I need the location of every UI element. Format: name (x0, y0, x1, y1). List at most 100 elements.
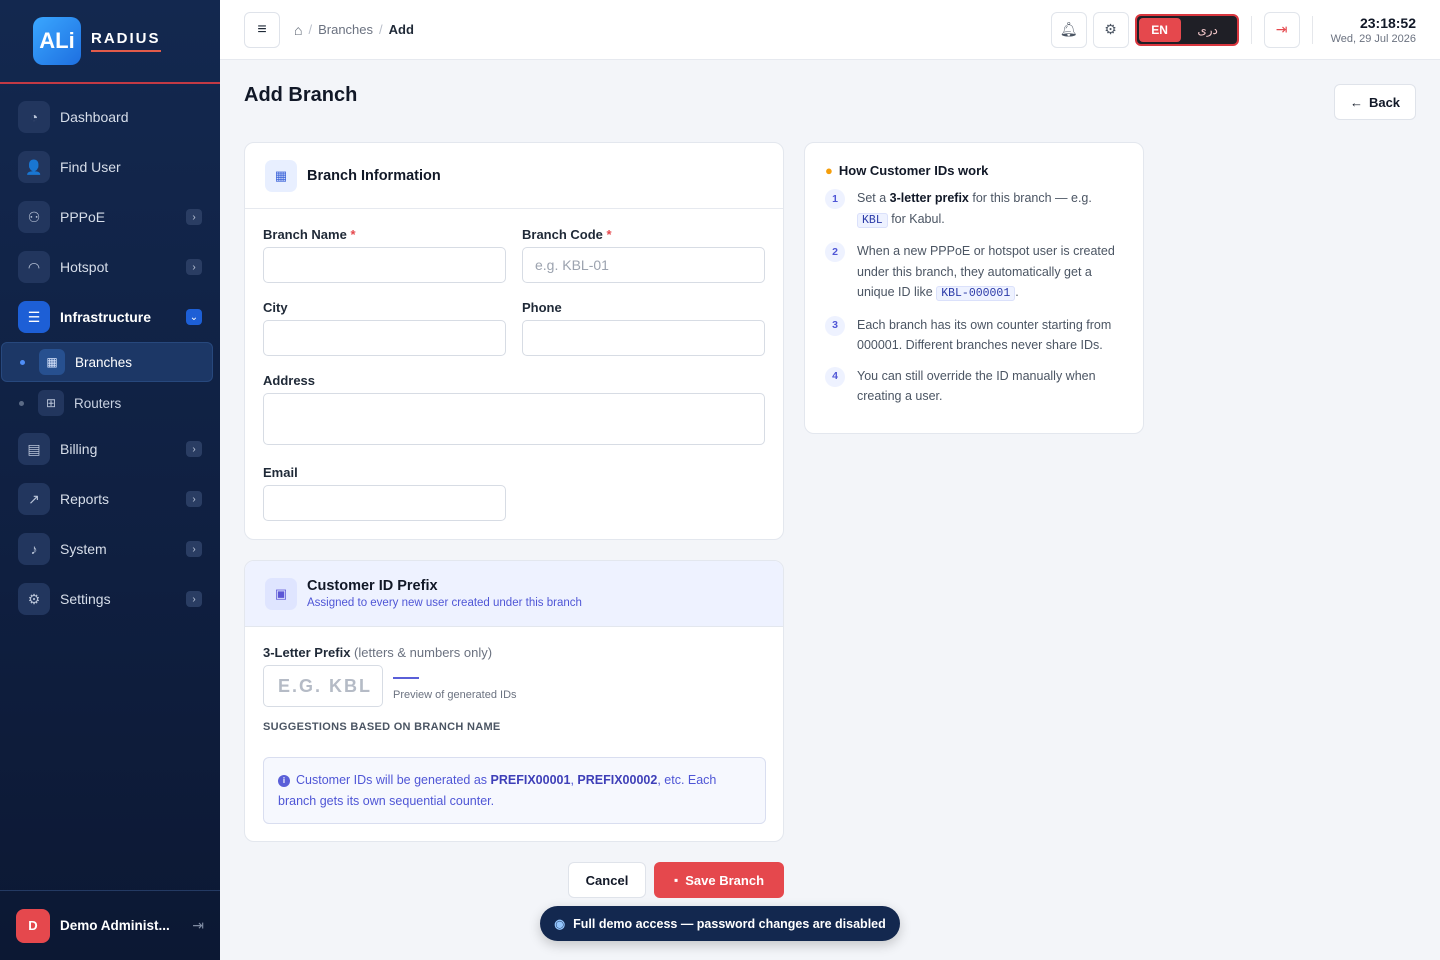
building-icon: ▦ (39, 349, 65, 375)
user-name: Demo Administ... (60, 918, 170, 933)
notifications-button[interactable]: 🔔︎ (1050, 11, 1087, 48)
chevron-right-icon: › (186, 541, 202, 557)
prefix-label-hint: (letters & numbers only) (354, 645, 493, 660)
required-mark: * (350, 227, 356, 242)
sidebar-item-label: Find User (60, 159, 121, 175)
label-text: Branch Name (263, 227, 347, 242)
step-text-part: for Kabul. (887, 211, 945, 226)
clock-time: 23:18:52 (1359, 14, 1416, 31)
help-title: ● How Customer IDs work (825, 163, 1123, 178)
sidebar-item-find-user[interactable]: 👤 Find User (0, 142, 220, 192)
email-input[interactable] (263, 485, 506, 521)
topbar: ≡ ⌂ / Branches / Add 🔔︎ ⚙ EN دری ⇥ 23:18… (220, 0, 1440, 60)
cancel-button[interactable]: Cancel (568, 862, 646, 898)
chevron-right-icon: › (186, 591, 202, 607)
step-code: KBL (857, 212, 888, 228)
brand[interactable]: ALi RADIUS (0, 0, 220, 84)
prefix-label-text: 3-Letter Prefix (263, 645, 351, 660)
phone-input[interactable] (522, 320, 765, 356)
branch-info-card: ▦ Branch Information Branch Name * Branc… (244, 142, 784, 540)
back-button[interactable]: ← Back (1334, 84, 1416, 120)
brand-logo: ALi (33, 17, 81, 65)
bullet-dot (19, 400, 24, 406)
topbar-actions: 🔔︎ ⚙ EN دری ⇥ 23:18:52 Wed, 29 Jul 2026 (1045, 11, 1416, 48)
gear-icon: ⚙ (1104, 21, 1117, 37)
required-mark: * (606, 227, 612, 242)
sidebar-item-label: Settings (60, 591, 111, 607)
back-label: Back (1368, 94, 1401, 110)
sidebar-subitem-routers[interactable]: ⊞ Routers (1, 383, 213, 423)
step-number: 2 (825, 242, 845, 262)
network-icon: ⊞ (38, 390, 64, 416)
sidebar-subitem-label: Routers (74, 395, 122, 411)
card-subtitle: Assigned to every new user created under… (307, 597, 582, 609)
chevron-right-icon: › (186, 259, 202, 275)
sidebar-nav: ◔ Dashboard 👤 Find User ⚇ PPPoE › ◠ Hots… (0, 84, 220, 624)
eye-icon: ◉ (554, 917, 566, 931)
chart-line-icon: ↗ (18, 483, 50, 515)
save-label: Save Branch (685, 872, 765, 888)
sidebar-subitem-branches[interactable]: ▦ Branches (1, 342, 213, 382)
help-title-text: How Customer IDs work (838, 163, 989, 178)
help-step: 3 Each branch has its own counter starti… (825, 315, 1123, 356)
branch-code-label: Branch Code * (522, 227, 612, 242)
branch-name-input[interactable] (263, 247, 506, 283)
sidebar-item-label: Dashboard (60, 109, 129, 125)
prefix-label: 3-Letter Prefix (letters & numbers only) (263, 645, 492, 660)
info-text-pre: Customer IDs will be generated as (296, 773, 491, 787)
card-title: Branch Information (307, 167, 441, 184)
clock: 23:18:52 Wed, 29 Jul 2026 (1331, 15, 1416, 45)
clock-date: Wed, 29 Jul 2026 (1330, 32, 1416, 45)
toast-text: Full demo access — password changes are … (573, 916, 886, 931)
help-step: 1 Set a 3-letter prefix for this branch … (825, 188, 1123, 231)
address-textarea[interactable] (263, 393, 765, 445)
sidebar-item-pppoe[interactable]: ⚇ PPPoE › (0, 192, 220, 242)
city-input[interactable] (263, 320, 506, 356)
sidebar-item-billing[interactable]: ▤ Billing › (0, 424, 220, 474)
logout-icon[interactable]: ⇥ (192, 917, 204, 934)
lang-dari-button[interactable]: دری (1181, 23, 1235, 37)
card-header: ▦ Branch Information (245, 143, 783, 209)
prefix-input[interactable]: E.G. KBL (263, 665, 383, 707)
info-code-2: PREFIX00002 (577, 773, 658, 787)
menu-toggle-button[interactable]: ≡ (244, 11, 280, 48)
sidebar-item-reports[interactable]: ↗ Reports › (0, 474, 220, 524)
lang-en-button[interactable]: EN (1138, 17, 1181, 42)
save-branch-button[interactable]: ▪ Save Branch (654, 862, 784, 898)
breadcrumb-current: Add (388, 22, 414, 37)
id-badge-icon: ▣ (265, 577, 297, 610)
sidebar-user[interactable]: D Demo Administ... ⇥ (0, 890, 220, 960)
demo-toast: ◉ Full demo access — password changes ar… (540, 906, 900, 941)
step-code: KBL-000001 (936, 286, 1016, 301)
step-text: Each branch has its own counter starting… (857, 317, 1112, 353)
logout-icon: ⇥ (1275, 21, 1288, 37)
hamburger-icon: ≡ (257, 20, 267, 38)
settings-button[interactable]: ⚙ (1092, 11, 1129, 48)
divider (1311, 15, 1313, 44)
bell-icon: 🔔︎ (1059, 21, 1078, 37)
home-icon[interactable]: ⌂ (294, 22, 302, 38)
branch-code-input[interactable]: e.g. KBL-01 (522, 247, 765, 283)
sidebar-item-hotspot[interactable]: ◠ Hotspot › (0, 242, 220, 292)
help-step: 4 You can still override the ID manually… (825, 366, 1123, 407)
chevron-right-icon: › (186, 209, 202, 225)
step-text-part: for this branch — e.g. (968, 191, 1092, 205)
card-title: Customer ID Prefix (307, 578, 438, 594)
sidebar-item-system[interactable]: ♪ System › (0, 524, 220, 574)
step-text: You can still override the ID manually w… (857, 368, 1096, 404)
step-text-part: . (1015, 285, 1019, 299)
info-code-1: PREFIX00001 (490, 773, 571, 787)
step-text-bold: 3-letter prefix (889, 191, 969, 205)
server-icon: ☰ (18, 301, 50, 333)
sidebar-subitem-label: Branches (75, 354, 133, 370)
sidebar-item-label: PPPoE (60, 209, 106, 225)
step-text: When a new PPPoE or hotspot user is crea… (857, 241, 1123, 305)
breadcrumb-parent[interactable]: Branches (318, 22, 373, 37)
sidebar-item-dashboard[interactable]: ◔ Dashboard (0, 92, 220, 142)
logout-button[interactable]: ⇥ (1263, 11, 1300, 48)
lightbulb-icon: ● (825, 163, 833, 178)
sidebar-item-settings[interactable]: ⚙ Settings › (0, 574, 220, 624)
users-icon: ⚇ (18, 201, 50, 233)
sidebar-item-infrastructure[interactable]: ☰ Infrastructure ⌄ (0, 292, 220, 342)
card-titles: Customer ID Prefix Assigned to every new… (307, 578, 582, 609)
